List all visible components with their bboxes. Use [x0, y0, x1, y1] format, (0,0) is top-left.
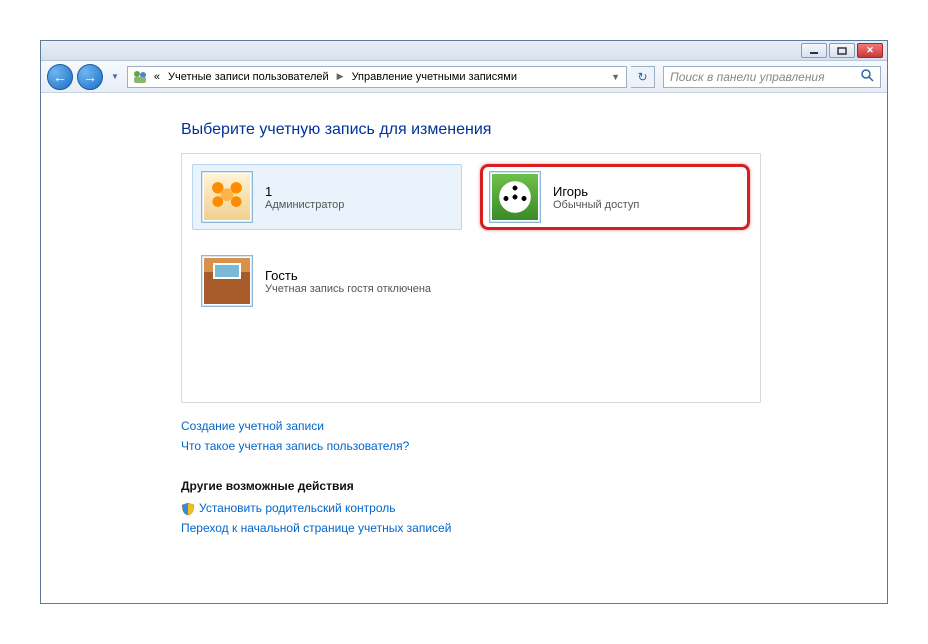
- account-name: Гость: [265, 268, 431, 283]
- page-title: Выберите учетную запись для изменения: [181, 121, 887, 139]
- shield-icon: [181, 502, 195, 516]
- link-create-account[interactable]: Создание учетной записи: [181, 419, 324, 433]
- close-button[interactable]: ✕: [857, 43, 883, 58]
- avatar-frame: [201, 171, 253, 223]
- minimize-button[interactable]: [801, 43, 827, 58]
- account-name: Игорь: [553, 184, 639, 199]
- link-parental-control[interactable]: Установить родительский контроль: [199, 501, 396, 515]
- arrow-left-icon: ←: [53, 69, 67, 85]
- search-input[interactable]: Поиск в панели управления: [663, 66, 881, 88]
- link-what-is-account[interactable]: Что такое учетная запись пользователя?: [181, 439, 409, 453]
- navigation-bar: ← → ▼ « Учетные записи пользователей ▶ У…: [41, 61, 887, 93]
- search-placeholder: Поиск в панели управления: [670, 70, 825, 84]
- account-role: Администратор: [265, 199, 344, 211]
- control-panel-window: ✕ ← → ▼ « Учетные записи пользователей ▶…: [40, 40, 888, 604]
- avatar-soccer-icon: [492, 174, 538, 220]
- refresh-button[interactable]: ↻: [631, 66, 655, 88]
- account-text: Игорь Обычный доступ: [553, 184, 639, 211]
- account-item-guest[interactable]: Гость Учетная запись гостя отключена: [192, 248, 462, 314]
- search-icon: [860, 68, 874, 85]
- link-accounts-home[interactable]: Переход к начальной странице учетных зап…: [181, 521, 451, 535]
- chevron-down-icon[interactable]: ▼: [609, 72, 622, 82]
- breadcrumb-users[interactable]: Учетные записи пользователей: [166, 71, 331, 83]
- other-actions-heading: Другие возможные действия: [181, 479, 887, 493]
- avatar-suitcase-icon: [204, 258, 250, 304]
- breadcrumb-manage[interactable]: Управление учетными записями: [350, 71, 519, 83]
- window-titlebar: ✕: [41, 41, 887, 61]
- account-item-admin[interactable]: 1 Администратор: [192, 164, 462, 230]
- address-bar[interactable]: « Учетные записи пользователей ▶ Управле…: [127, 66, 627, 88]
- avatar-frame: [489, 171, 541, 223]
- minimize-icon: [809, 47, 819, 55]
- maximize-button[interactable]: [829, 43, 855, 58]
- avatar-frame: [201, 255, 253, 307]
- forward-button[interactable]: →: [77, 64, 103, 90]
- history-dropdown[interactable]: ▼: [107, 72, 123, 81]
- account-text: Гость Учетная запись гостя отключена: [265, 268, 431, 295]
- account-text: 1 Администратор: [265, 184, 344, 211]
- back-button[interactable]: ←: [47, 64, 73, 90]
- account-name: 1: [265, 184, 344, 199]
- users-icon: [132, 69, 148, 85]
- maximize-icon: [837, 47, 847, 55]
- account-role: Обычный доступ: [553, 199, 639, 211]
- account-role: Учетная запись гостя отключена: [265, 283, 431, 295]
- refresh-icon: ↻: [637, 70, 647, 84]
- links-block: Создание учетной записи Что такое учетна…: [181, 419, 887, 459]
- chevron-right-icon: ▶: [335, 71, 346, 82]
- avatar-flower-icon: [204, 174, 250, 220]
- close-icon: ✕: [866, 45, 874, 56]
- content-area: Выберите учетную запись для изменения 1 …: [41, 93, 887, 541]
- arrow-right-icon: →: [83, 69, 97, 85]
- breadcrumb-chevrons: «: [152, 71, 162, 83]
- account-item-igor[interactable]: Игорь Обычный доступ: [480, 164, 750, 230]
- accounts-panel: 1 Администратор Игорь Обычный доступ: [181, 153, 761, 403]
